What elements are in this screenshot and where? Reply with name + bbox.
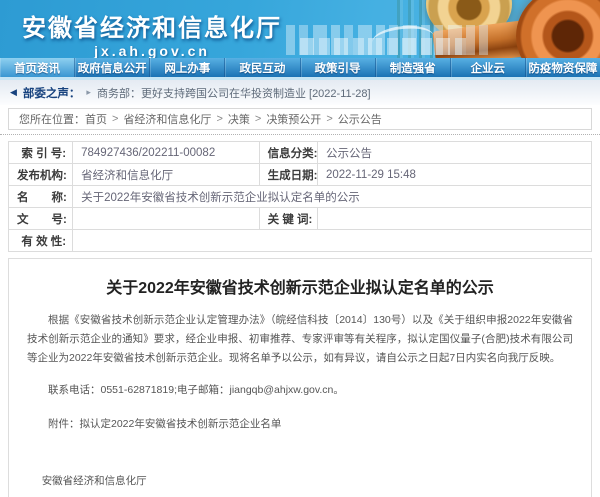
table-row: 文 号: 关 键 词:: [9, 208, 592, 230]
notice-headline-link[interactable]: 商务部：更好支持跨国公司在华投资制造业 [2022-11-28]: [97, 85, 371, 101]
meta-date-label: 生成日期:: [259, 164, 317, 186]
table-row: 索 引 号: 784927436/202211-00082 信息分类: 公示公告: [9, 142, 592, 164]
nav-item-online-services[interactable]: 网上办事: [150, 58, 225, 77]
meta-docnum-value: [73, 208, 260, 230]
meta-name-value: 关于2022年安徽省技术创新示范企业拟认定名单的公示: [73, 186, 592, 208]
nav-item-interaction[interactable]: 政民互动: [225, 58, 300, 77]
table-row: 有 效 性:: [9, 230, 592, 252]
meta-category-value: 公示公告: [317, 142, 591, 164]
attachment-link[interactable]: 拟认定2022年安徽省技术创新示范企业名单: [80, 418, 282, 430]
breadcrumb-decision[interactable]: 决策: [228, 111, 250, 127]
nav-item-gov-info[interactable]: 政府信息公开: [75, 58, 150, 77]
page: 安徽省经济和信息化厅 jx.ah.gov.cn 首页资讯 政府信息公开 网上办事…: [0, 0, 600, 497]
contact-info: 联系电话：0551-62871819;电子邮箱：jiangqb@ahjxw.go…: [27, 382, 573, 399]
meta-category-label: 信息分类:: [259, 142, 317, 164]
meta-index-value: 784927436/202211-00082: [73, 142, 260, 164]
nav-item-enterprise-cloud[interactable]: 企业云: [451, 58, 526, 77]
breadcrumb-separator: >: [255, 113, 261, 125]
site-header-banner: 安徽省经济和信息化厅 jx.ah.gov.cn: [0, 0, 600, 58]
meta-keyword-value: [317, 208, 591, 230]
notice-label: 部委之声：: [23, 85, 81, 101]
breadcrumb-separator: >: [216, 113, 222, 125]
nav-item-epidemic-supplies[interactable]: 防疫物资保障: [526, 58, 600, 77]
meta-keyword-label: 关 键 词:: [259, 208, 317, 230]
arrow-right-icon: ▸: [86, 87, 91, 98]
site-url: jx.ah.gov.cn: [22, 43, 282, 58]
breadcrumb-home[interactable]: 首页: [85, 111, 107, 127]
breadcrumb-prefix: 您所在位置：: [19, 111, 85, 127]
attachment-line: 附件：拟认定2022年安徽省技术创新示范企业名单: [27, 416, 573, 433]
meta-date-value: 2022-11-29 15:48: [317, 164, 591, 186]
meta-name-label: 名 称:: [9, 186, 73, 208]
breadcrumb-pre-disclosure[interactable]: 决策预公开: [266, 111, 321, 127]
nav-item-home[interactable]: 首页资讯: [0, 58, 75, 77]
breadcrumb-current: 公示公告: [338, 111, 382, 127]
dotted-divider: [0, 134, 600, 135]
page-title: 关于2022年安徽省技术创新示范企业拟认定名单的公示: [27, 274, 573, 298]
site-brand: 安徽省经济和信息化厅 jx.ah.gov.cn: [22, 8, 282, 58]
breadcrumb-separator: >: [112, 113, 118, 125]
meta-docnum-label: 文 号:: [9, 208, 73, 230]
nav-item-manufacturing[interactable]: 制造强省: [376, 58, 451, 77]
attachment-label: 附件：: [48, 418, 80, 430]
meta-validity-label: 有 效 性:: [9, 230, 73, 252]
main-nav: 首页资讯 政府信息公开 网上办事 政民互动 政策引导 制造强省 企业云 防疫物资…: [0, 58, 600, 80]
notice-ticker: ◀ 部委之声： ▸ 商务部：更好支持跨国公司在华投资制造业 [2022-11-2…: [0, 80, 600, 105]
meta-agency-value: 省经济和信息化厅: [73, 164, 260, 186]
announcement-paragraph: 根据《安徽省技术创新示范企业认定管理办法》（皖经信科技〔2014〕130号）以及…: [27, 311, 573, 368]
meta-index-label: 索 引 号:: [9, 142, 73, 164]
meta-validity-value: [73, 230, 592, 252]
table-row: 名 称: 关于2022年安徽省技术创新示范企业拟认定名单的公示: [9, 186, 592, 208]
breadcrumb: 您所在位置： 首页 > 省经济和信息化厅 > 决策 > 决策预公开 > 公示公告: [8, 108, 592, 130]
breadcrumb-department[interactable]: 省经济和信息化厅: [123, 111, 211, 127]
announcement-article: 关于2022年安徽省技术创新示范企业拟认定名单的公示 根据《安徽省技术创新示范企…: [8, 258, 592, 497]
meta-agency-label: 发布机构:: [9, 164, 73, 186]
signer: 安徽省经济和信息化厅: [27, 473, 573, 490]
nav-item-policy-guide[interactable]: 政策引导: [301, 58, 376, 77]
table-row: 发布机构: 省经济和信息化厅 生成日期: 2022-11-29 15:48: [9, 164, 592, 186]
copper-ring-graphic: [516, 0, 600, 58]
speaker-icon: ◀: [10, 87, 17, 98]
site-title: 安徽省经济和信息化厅: [22, 8, 282, 43]
document-meta-table: 索 引 号: 784927436/202211-00082 信息分类: 公示公告…: [8, 141, 592, 252]
breadcrumb-separator: >: [326, 113, 332, 125]
